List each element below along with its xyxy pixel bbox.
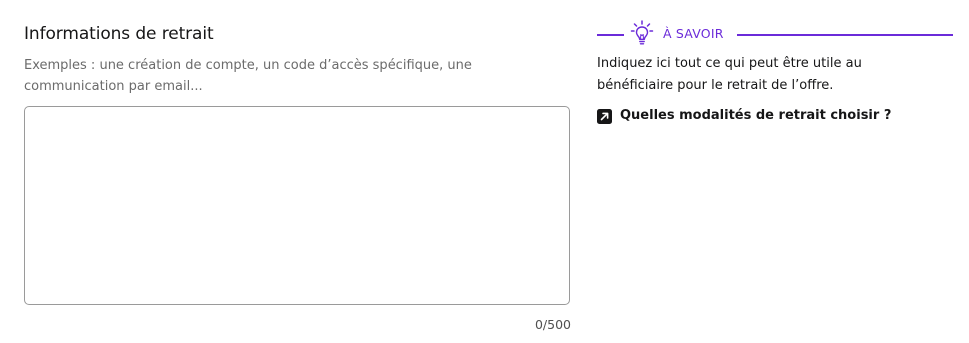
character-counter: 0/500 bbox=[534, 317, 571, 332]
lightbulb-icon bbox=[630, 20, 654, 48]
callout-header: À SAVOIR bbox=[597, 20, 953, 48]
field-description: Exemples : une création de compte, un co… bbox=[24, 58, 472, 94]
callout-divider-left bbox=[597, 34, 624, 36]
withdrawal-modalities-link[interactable]: Quelles modalités de retrait choisir ? bbox=[597, 107, 891, 125]
callout-text: Indiquez ici tout ce qui peut être utile… bbox=[597, 56, 862, 93]
callout-title: À SAVOIR bbox=[663, 26, 724, 41]
external-link-icon bbox=[597, 108, 612, 124]
textarea-wrapper bbox=[24, 106, 570, 305]
withdrawal-info-textarea[interactable] bbox=[24, 106, 570, 305]
field-label: Informations de retrait bbox=[24, 24, 214, 44]
link-label: Quelles modalités de retrait choisir ? bbox=[620, 108, 892, 123]
callout-divider-right bbox=[737, 34, 953, 36]
